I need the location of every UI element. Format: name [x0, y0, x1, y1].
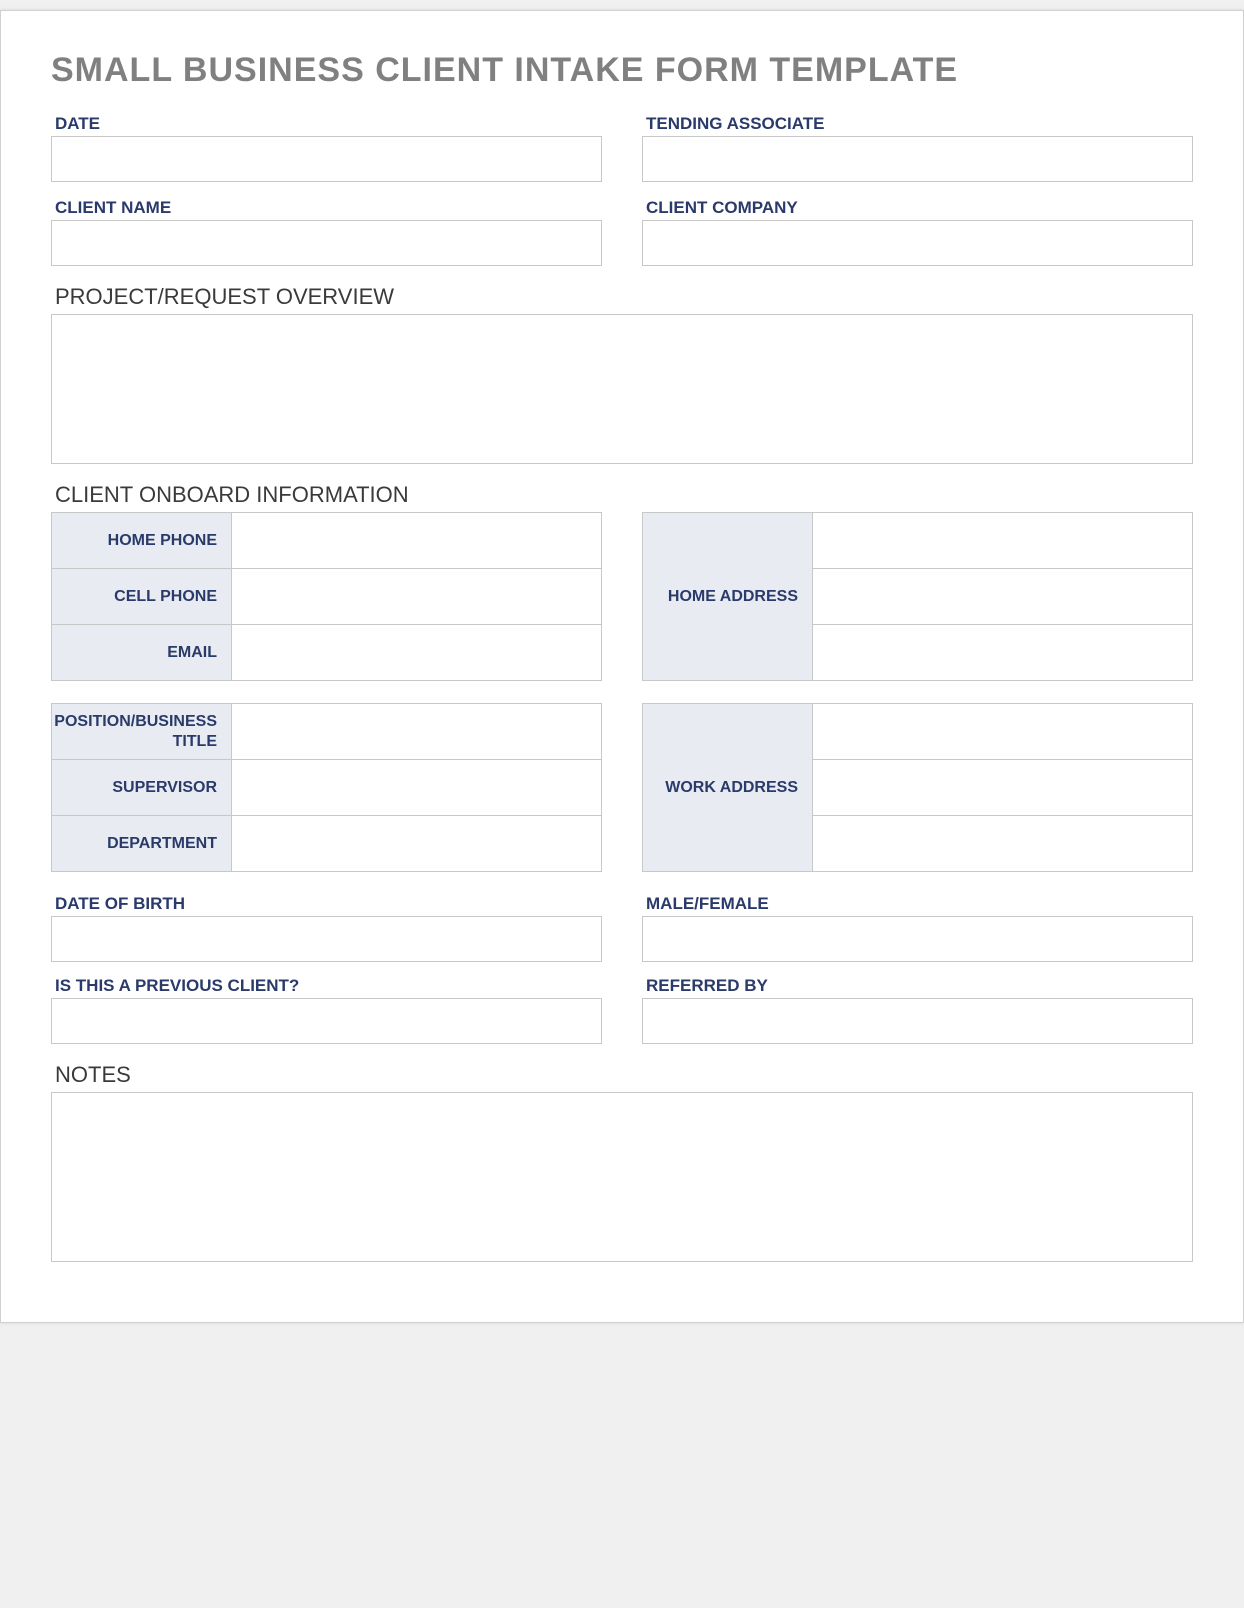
input-cell-phone[interactable]: [232, 569, 602, 625]
label-male-female: MALE/FEMALE: [642, 894, 1193, 914]
input-dob[interactable]: [51, 916, 602, 962]
label-cell-phone: CELL PHONE: [52, 569, 232, 625]
input-client-company[interactable]: [642, 220, 1193, 266]
page-title: SMALL BUSINESS CLIENT INTAKE FORM TEMPLA…: [51, 51, 1193, 90]
field-previous-client: IS THIS A PREVIOUS CLIENT?: [51, 976, 602, 1044]
input-work-address-2[interactable]: [813, 760, 1193, 816]
label-client-name: CLIENT NAME: [51, 198, 602, 218]
label-email: EMAIL: [52, 625, 232, 681]
field-tending-associate: TENDING ASSOCIATE: [642, 114, 1193, 182]
field-date: DATE: [51, 114, 602, 182]
input-referred-by[interactable]: [642, 998, 1193, 1044]
row-date-associate: DATE TENDING ASSOCIATE: [51, 114, 1193, 182]
input-home-address-3[interactable]: [813, 625, 1193, 681]
row-client-name-company: CLIENT NAME CLIENT COMPANY: [51, 198, 1193, 266]
intake-form-page: SMALL BUSINESS CLIENT INTAKE FORM TEMPLA…: [0, 10, 1244, 1323]
input-position-title[interactable]: [232, 704, 602, 760]
input-tending-associate[interactable]: [642, 136, 1193, 182]
field-male-female: MALE/FEMALE: [642, 894, 1193, 962]
field-dob: DATE OF BIRTH: [51, 894, 602, 962]
input-male-female[interactable]: [642, 916, 1193, 962]
label-dob: DATE OF BIRTH: [51, 894, 602, 914]
label-client-company: CLIENT COMPANY: [642, 198, 1193, 218]
input-home-address-1[interactable]: [813, 513, 1193, 569]
label-position-title: POSITION/BUSINESS TITLE: [52, 704, 232, 760]
home-address-table: HOME ADDRESS: [642, 512, 1193, 681]
label-referred-by: REFERRED BY: [642, 976, 1193, 996]
input-date[interactable]: [51, 136, 602, 182]
label-notes: NOTES: [51, 1062, 1193, 1088]
field-referred-by: REFERRED BY: [642, 976, 1193, 1044]
onboard-block-2: POSITION/BUSINESS TITLE SUPERVISOR DEPAR…: [51, 703, 1193, 872]
contact-table: HOME PHONE CELL PHONE EMAIL: [51, 512, 602, 681]
row-prev-referred: IS THIS A PREVIOUS CLIENT? REFERRED BY: [51, 976, 1193, 1044]
field-client-name: CLIENT NAME: [51, 198, 602, 266]
input-work-address-3[interactable]: [813, 816, 1193, 872]
input-client-name[interactable]: [51, 220, 602, 266]
label-date: DATE: [51, 114, 602, 134]
input-home-phone[interactable]: [232, 513, 602, 569]
input-department[interactable]: [232, 816, 602, 872]
input-supervisor[interactable]: [232, 760, 602, 816]
label-home-address: HOME ADDRESS: [643, 513, 813, 681]
input-work-address-1[interactable]: [813, 704, 1193, 760]
input-previous-client[interactable]: [51, 998, 602, 1044]
work-address-table: WORK ADDRESS: [642, 703, 1193, 872]
input-project-overview[interactable]: [51, 314, 1193, 464]
work-table: POSITION/BUSINESS TITLE SUPERVISOR DEPAR…: [51, 703, 602, 872]
label-tending-associate: TENDING ASSOCIATE: [642, 114, 1193, 134]
label-previous-client: IS THIS A PREVIOUS CLIENT?: [51, 976, 602, 996]
label-project-overview: PROJECT/REQUEST OVERVIEW: [51, 284, 1193, 310]
label-department: DEPARTMENT: [52, 816, 232, 872]
label-client-onboard: CLIENT ONBOARD INFORMATION: [51, 482, 1193, 508]
row-dob-gender: DATE OF BIRTH MALE/FEMALE: [51, 894, 1193, 962]
input-notes[interactable]: [51, 1092, 1193, 1262]
field-client-company: CLIENT COMPANY: [642, 198, 1193, 266]
input-home-address-2[interactable]: [813, 569, 1193, 625]
label-work-address: WORK ADDRESS: [643, 704, 813, 872]
label-home-phone: HOME PHONE: [52, 513, 232, 569]
input-email[interactable]: [232, 625, 602, 681]
onboard-block-1: HOME PHONE CELL PHONE EMAIL HOME ADDRESS: [51, 512, 1193, 681]
label-supervisor: SUPERVISOR: [52, 760, 232, 816]
